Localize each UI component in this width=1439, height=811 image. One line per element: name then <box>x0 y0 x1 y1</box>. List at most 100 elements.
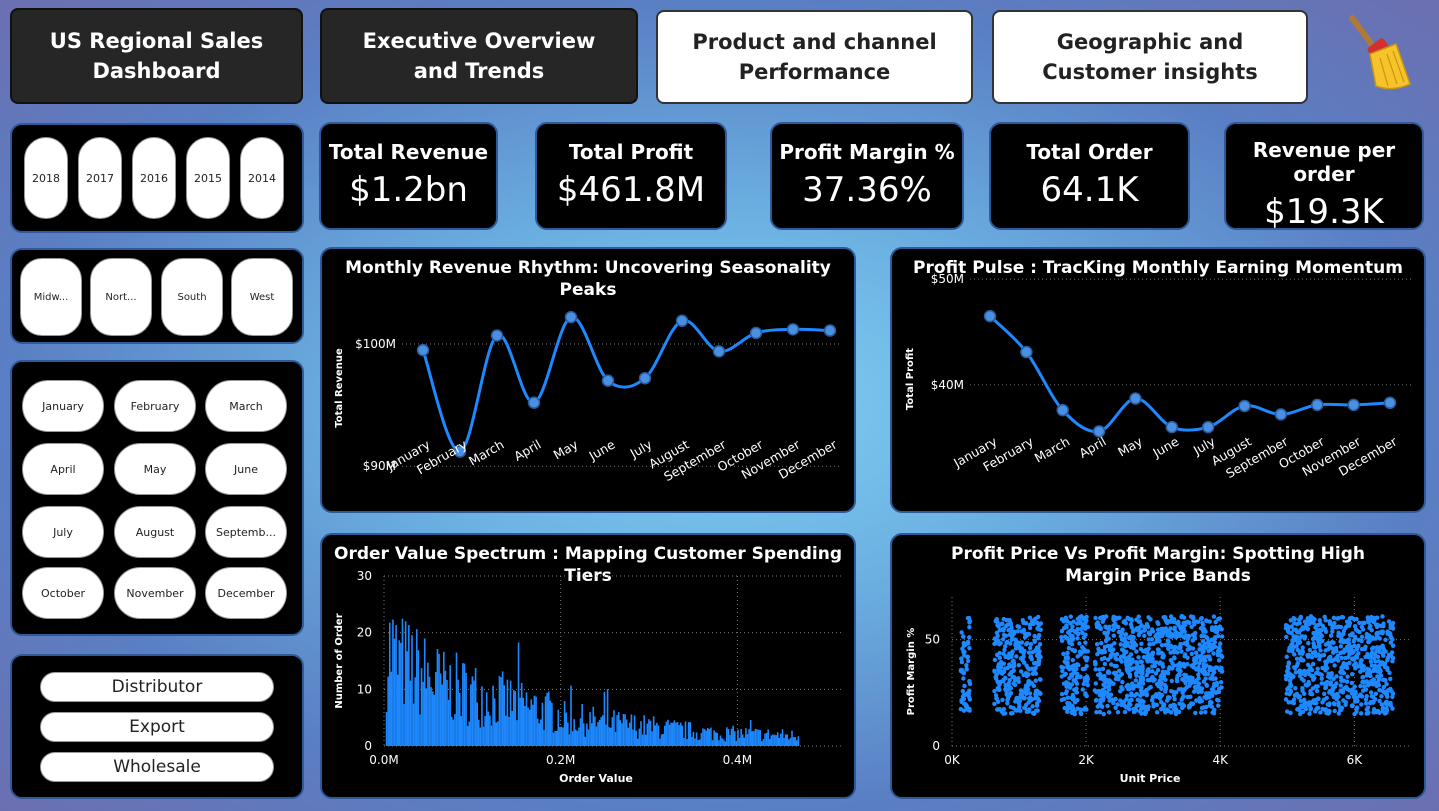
region-south[interactable]: South <box>161 258 223 336</box>
scatter-point <box>1068 614 1073 619</box>
scatter-point <box>1384 681 1389 687</box>
scatter-point <box>1124 697 1129 702</box>
scatter-point <box>1131 644 1136 649</box>
channel-wholesale[interactable]: Wholesale <box>40 752 274 782</box>
scatter-point <box>1195 654 1200 659</box>
scatter-point <box>1192 660 1198 666</box>
scatter-point <box>1061 681 1067 686</box>
tab-geographic-customer[interactable]: Geographic and Customer insights <box>992 10 1308 104</box>
scatter-point <box>1368 690 1374 695</box>
scatter-point <box>1324 679 1330 685</box>
month-september[interactable]: Septemb... <box>205 506 287 558</box>
scatter-point <box>1203 709 1208 715</box>
histogram-bar <box>638 728 641 746</box>
histogram-bar <box>501 671 504 746</box>
scatter-point <box>1139 659 1144 665</box>
scatter-point <box>1024 685 1029 691</box>
scatter-point <box>1071 695 1076 700</box>
year-2018[interactable]: 2018 <box>24 137 68 219</box>
histogram-bar <box>794 737 796 746</box>
tab-product-channel[interactable]: Product and channel Performance <box>656 10 973 104</box>
region-northeast[interactable]: Nort... <box>90 258 152 336</box>
kpi-total-profit: Total Profit $461.8M <box>535 122 727 230</box>
month-june[interactable]: June <box>205 443 287 495</box>
histogram-bar <box>679 722 682 746</box>
scatter-point <box>1359 634 1365 639</box>
scatter-point <box>1386 652 1392 658</box>
month-july[interactable]: July <box>22 506 104 558</box>
scatter-point <box>1324 695 1329 701</box>
histogram-bar <box>721 738 723 746</box>
scatter-point <box>1343 655 1348 661</box>
month-january[interactable]: January <box>22 380 104 432</box>
year-2015[interactable]: 2015 <box>186 137 230 219</box>
scatter-point <box>1212 682 1217 687</box>
month-december[interactable]: December <box>205 567 287 619</box>
scatter-point <box>1101 711 1106 717</box>
month-march[interactable]: March <box>205 380 287 432</box>
histogram-bar <box>617 712 620 746</box>
histogram-bar <box>665 721 668 746</box>
data-point <box>564 310 578 324</box>
histogram-bar <box>703 729 706 746</box>
scatter-point <box>1157 696 1163 701</box>
scatter-point <box>1343 702 1348 707</box>
year-2014[interactable]: 2014 <box>240 137 284 219</box>
scatter-point <box>1384 708 1390 713</box>
month-april[interactable]: April <box>22 443 104 495</box>
histogram-bar <box>454 714 456 746</box>
scatter-point <box>1190 614 1196 620</box>
month-november[interactable]: November <box>114 567 196 619</box>
histogram-bar <box>522 697 525 746</box>
scatter-point <box>1300 645 1305 650</box>
scatter-point <box>1351 616 1357 622</box>
month-february[interactable]: February <box>114 380 196 432</box>
histogram-bar <box>392 619 394 746</box>
channel-export[interactable]: Export <box>40 712 274 742</box>
scatter-point <box>1111 670 1117 676</box>
histogram-bar <box>547 691 550 746</box>
broom-icon[interactable] <box>1340 12 1416 92</box>
scatter-point <box>1012 682 1018 688</box>
scatter-point <box>1069 682 1075 687</box>
kpi-title: Total Profit <box>568 140 694 164</box>
histogram-bar <box>460 716 463 746</box>
scatter-point <box>1065 695 1071 700</box>
kpi-title: Revenue per order <box>1252 138 1396 186</box>
scatter-point <box>1218 641 1223 646</box>
histogram-bar <box>789 737 792 746</box>
scatter-point <box>1213 665 1219 670</box>
scatter-point <box>1381 677 1386 683</box>
tab-executive-overview[interactable]: Executive Overview and Trends <box>320 8 638 104</box>
histogram-bar <box>694 738 696 746</box>
scatter-point <box>1075 654 1080 659</box>
year-2016[interactable]: 2016 <box>132 137 176 219</box>
scatter-point <box>1297 640 1302 646</box>
channel-distributor[interactable]: Distributor <box>40 672 274 702</box>
histogram-bar <box>562 727 564 746</box>
histogram-bar <box>495 722 498 746</box>
scatter-point <box>992 657 998 663</box>
histogram-bar <box>431 691 434 746</box>
scatter-point <box>1020 617 1025 623</box>
month-may[interactable]: May <box>114 443 196 495</box>
histogram-bar <box>640 721 642 746</box>
histogram-bar <box>746 734 749 746</box>
scatter-point <box>1288 688 1293 693</box>
scatter-point <box>1035 708 1040 713</box>
scatter-point <box>1168 703 1173 709</box>
scatter-point <box>1287 645 1292 650</box>
scatter-point <box>1065 650 1070 655</box>
year-2017[interactable]: 2017 <box>78 137 122 219</box>
region-west[interactable]: West <box>231 258 293 336</box>
scatter-point <box>1198 658 1204 663</box>
month-october[interactable]: October <box>22 567 104 619</box>
scatter-point <box>1361 667 1366 673</box>
scatter-point <box>1320 700 1325 705</box>
scatter-point <box>1348 649 1353 655</box>
region-midwest[interactable]: Midw... <box>20 258 82 336</box>
scatter-point <box>1134 649 1139 654</box>
scatter-point <box>1314 688 1320 694</box>
scatter-point <box>1101 687 1106 693</box>
month-august[interactable]: August <box>114 506 196 558</box>
